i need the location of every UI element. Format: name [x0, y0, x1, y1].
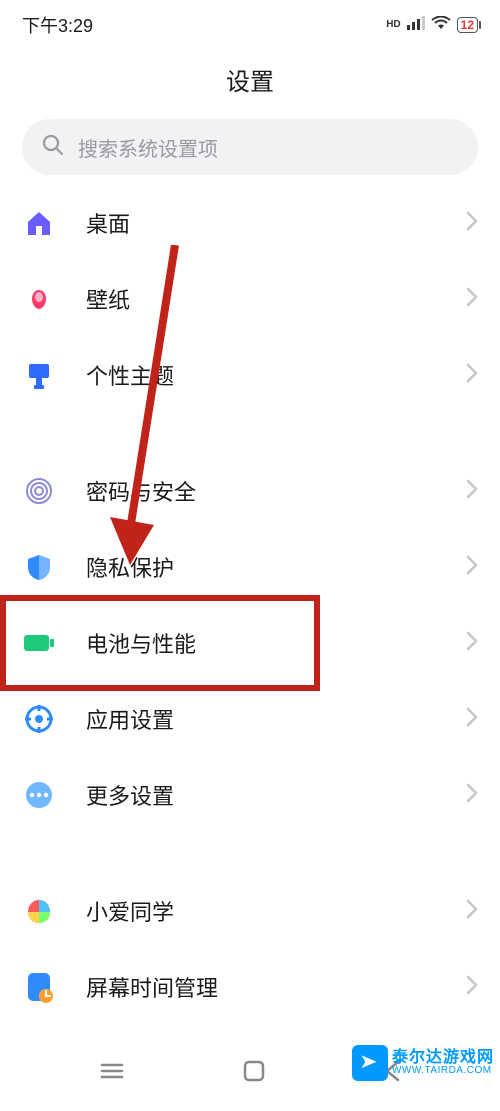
settings-group: 桌面 壁纸 个性主题: [0, 185, 500, 413]
battery-icon: [22, 626, 56, 660]
chevron-right-icon: [466, 555, 478, 580]
row-label: 壁纸: [86, 283, 466, 315]
page-title: 设置: [0, 44, 500, 119]
row-label: 个性主题: [86, 359, 466, 391]
settings-group: 密码与安全 隐私保护 电池与性能 应用设置 更多设置: [0, 453, 500, 833]
settings-list: 桌面 壁纸 个性主题 密码与安全 隐私保护 电池与性能 应用设置: [0, 185, 500, 1025]
settings-row-more[interactable]: 更多设置: [0, 757, 500, 833]
row-label: 电池与性能: [86, 627, 466, 659]
search-placeholder: 搜索系统设置项: [78, 133, 218, 162]
signal-icon: [407, 16, 425, 35]
row-label: 更多设置: [86, 779, 466, 811]
wifi-icon: [431, 16, 451, 35]
row-label: 隐私保护: [86, 551, 466, 583]
chevron-right-icon: [466, 975, 478, 1000]
xiaoai-icon: [22, 894, 56, 928]
settings-row-wallpaper[interactable]: 壁纸: [0, 261, 500, 337]
watermark: 泰尔达游戏网 WWW.TAIRDA.COM: [352, 1045, 494, 1081]
status-time: 下午3:29: [22, 12, 93, 38]
chevron-right-icon: [466, 479, 478, 504]
nav-home-icon[interactable]: [243, 1060, 265, 1087]
settings-row-fingerprint[interactable]: 密码与安全: [0, 453, 500, 529]
fingerprint-icon: [22, 474, 56, 508]
chevron-right-icon: [466, 211, 478, 236]
theme-icon: [22, 358, 56, 392]
search-icon: [42, 134, 64, 161]
watermark-name: 泰尔达游戏网: [392, 1050, 494, 1066]
hd-badge: HD: [386, 20, 400, 30]
settings-row-home[interactable]: 桌面: [0, 185, 500, 261]
chevron-right-icon: [466, 363, 478, 388]
watermark-url: WWW.TAIRDA.COM: [392, 1066, 494, 1076]
privacy-icon: [22, 550, 56, 584]
chevron-right-icon: [466, 899, 478, 924]
settings-row-battery[interactable]: 电池与性能: [0, 605, 500, 681]
wallpaper-icon: [22, 282, 56, 316]
search-wrap: 搜索系统设置项: [0, 119, 500, 185]
row-label: 桌面: [86, 207, 466, 239]
battery-icon: 12: [457, 17, 478, 33]
settings-row-screentime[interactable]: 屏幕时间管理: [0, 949, 500, 1025]
search-input[interactable]: 搜索系统设置项: [22, 119, 478, 175]
home-icon: [22, 206, 56, 240]
screentime-icon: [22, 970, 56, 1004]
settings-row-xiaoai[interactable]: 小爱同学: [0, 873, 500, 949]
row-label: 小爱同学: [86, 895, 466, 927]
settings-row-theme[interactable]: 个性主题: [0, 337, 500, 413]
status-right: HD 12: [386, 16, 478, 35]
chevron-right-icon: [466, 631, 478, 656]
row-label: 密码与安全: [86, 475, 466, 507]
watermark-logo-icon: [352, 1045, 388, 1081]
chevron-right-icon: [466, 287, 478, 312]
chevron-right-icon: [466, 783, 478, 808]
status-bar: 下午3:29 HD 12: [0, 0, 500, 44]
row-label: 应用设置: [86, 703, 466, 735]
nav-recents-icon[interactable]: [100, 1062, 124, 1085]
settings-group: 小爱同学 屏幕时间管理: [0, 873, 500, 1025]
settings-row-apps[interactable]: 应用设置: [0, 681, 500, 757]
apps-icon: [22, 702, 56, 736]
more-icon: [22, 778, 56, 812]
settings-row-privacy[interactable]: 隐私保护: [0, 529, 500, 605]
chevron-right-icon: [466, 707, 478, 732]
row-label: 屏幕时间管理: [86, 971, 466, 1003]
